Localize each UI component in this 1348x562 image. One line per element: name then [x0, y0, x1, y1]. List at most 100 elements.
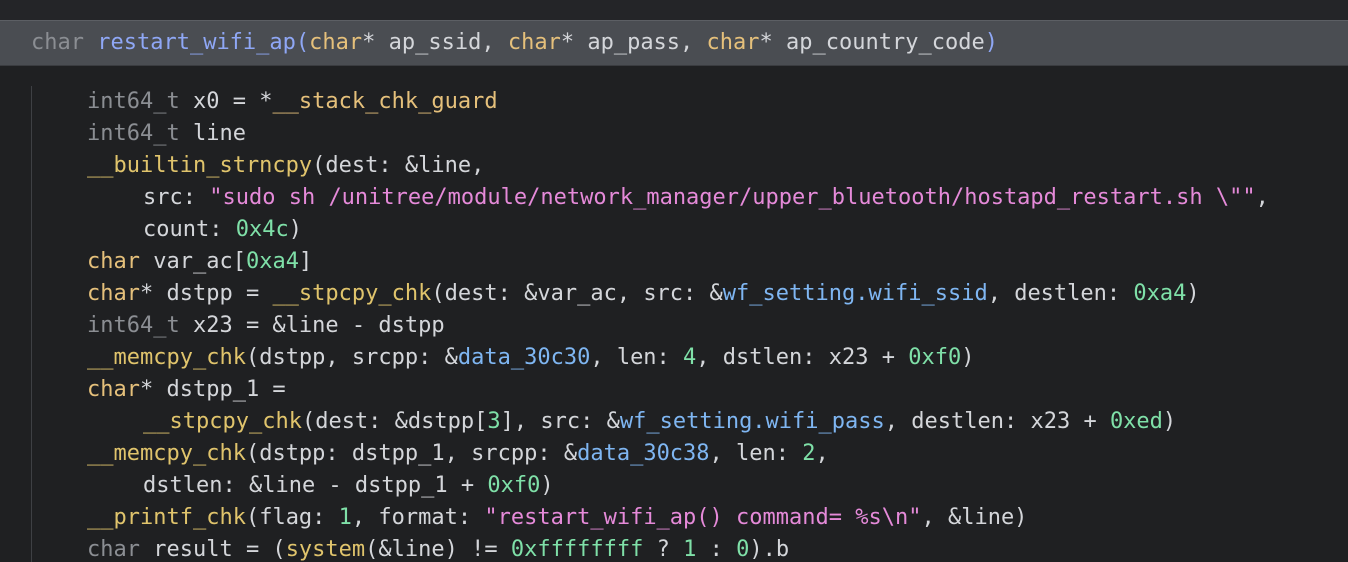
code-token: * dstpp_1 = — [139, 377, 286, 402]
number-literal: 0xf0 — [487, 473, 541, 498]
code-token: ], src: & — [500, 409, 620, 434]
code-line[interactable]: __stpcpy_chk(dest: &dstpp[3], src: &wf_s… — [87, 406, 1269, 438]
string-literal[interactable]: "restart_wifi_ap() command= %s\n" — [484, 505, 921, 530]
code-token: , format: — [351, 505, 485, 530]
type-token: int64_t — [87, 313, 180, 338]
code-token: , — [1255, 185, 1269, 210]
global-symbol[interactable]: wf_setting.wifi_pass — [620, 409, 885, 434]
number-literal: 0xf0 — [908, 345, 962, 370]
return-type: char — [31, 30, 84, 55]
code-token: (dest: &dstpp[ — [301, 409, 488, 434]
code-line[interactable]: src: "sudo sh /unitree/module/network_ma… — [87, 182, 1269, 214]
code-line[interactable]: __builtin_strncpy(dest: &line, — [87, 150, 1269, 182]
code-line[interactable]: char var_ac[0xa4] — [87, 246, 1269, 278]
code-line[interactable]: __memcpy_chk(dstpp, srcpp: &data_30c30, … — [87, 342, 1269, 374]
code-token: ) — [1186, 281, 1200, 306]
code-token: result = ( — [139, 537, 286, 562]
code-token: * dstpp = — [139, 281, 273, 306]
number-literal: 0x4c — [235, 217, 289, 242]
string-literal[interactable]: "sudo sh /unitree/module/network_manager… — [209, 185, 1255, 210]
top-divider — [0, 0, 1348, 20]
number-literal: 0xffffffff — [510, 537, 644, 562]
code-token: (dest: &var_ac, src: & — [431, 281, 723, 306]
code-token: , &line) — [921, 505, 1028, 530]
code-line[interactable]: char* dstpp = __stpcpy_chk(dest: &var_ac… — [87, 278, 1269, 310]
code-token: , dstlen: x23 + — [696, 345, 909, 370]
param-ap-pass[interactable]: * ap_pass, — [561, 30, 707, 55]
code-token: (dest: &line, — [312, 153, 485, 178]
number-literal: 0xa4 — [1133, 281, 1187, 306]
code-line[interactable]: char result = (system(&line) != 0xffffff… — [87, 534, 1269, 562]
number-literal: 1 — [683, 537, 697, 562]
indent-guide — [31, 86, 32, 562]
param-type: char — [309, 30, 363, 55]
function-name[interactable]: restart_wifi_ap — [97, 30, 296, 55]
type-token: char — [87, 281, 140, 306]
code-token: ).b — [749, 537, 790, 562]
number-literal: 0xa4 — [245, 249, 299, 274]
type-token: char — [87, 537, 140, 562]
global-symbol[interactable]: data_30c38 — [577, 441, 709, 466]
code-token: src: — [143, 185, 210, 210]
paren-open: ( — [295, 30, 310, 55]
code-line[interactable]: int64_t x23 = &line - dstpp — [87, 310, 1269, 342]
code-line[interactable]: int64_t x0 = *__stack_chk_guard — [87, 86, 1269, 118]
code-token: line — [179, 121, 246, 146]
param-type: char — [706, 30, 760, 55]
param-ap-country-code[interactable]: * ap_country_code — [760, 30, 985, 55]
code-token: ) — [288, 217, 302, 242]
code-line[interactable]: count: 0x4c) — [87, 214, 1269, 246]
function-call[interactable]: __stpcpy_chk — [272, 281, 431, 306]
code-token: : — [696, 537, 737, 562]
number-literal: 4 — [683, 345, 697, 370]
number-literal: 3 — [487, 409, 501, 434]
code-line[interactable]: __memcpy_chk(dstpp: dstpp_1, srcpp: &dat… — [87, 438, 1269, 470]
type-token: int64_t — [87, 89, 180, 114]
type-token: int64_t — [87, 121, 180, 146]
code-token: , destlen: — [987, 281, 1134, 306]
function-call[interactable]: __stpcpy_chk — [143, 409, 302, 434]
number-literal: 1 — [338, 505, 352, 530]
code-token: x0 = * — [179, 89, 273, 114]
type-token: char — [87, 377, 140, 402]
number-literal: 0xed — [1109, 409, 1163, 434]
code-token: ) — [1162, 409, 1177, 434]
number-literal: 0 — [736, 537, 750, 562]
code-token: (&line) != — [365, 537, 511, 562]
code-line[interactable]: __printf_chk(flag: 1, format: "restart_w… — [87, 502, 1269, 534]
param-type: char — [507, 30, 561, 55]
code-token: ? — [643, 537, 684, 562]
code-line[interactable]: int64_t line — [87, 118, 1269, 150]
code-token: (flag: — [245, 505, 339, 530]
code-token: , len: — [709, 441, 803, 466]
code-token: , len: — [590, 345, 684, 370]
code-token: ) — [540, 473, 554, 498]
decompiler-view: char restart_wifi_ap(char* ap_ssid, char… — [0, 0, 1348, 562]
code-token: , destlen: x23 + — [884, 409, 1110, 434]
number-literal: 2 — [802, 441, 816, 466]
code-token: (dstpp: dstpp_1, srcpp: & — [245, 441, 578, 466]
function-call[interactable]: __memcpy_chk — [87, 441, 246, 466]
function-call[interactable]: __printf_chk — [87, 505, 246, 530]
paren-close: ) — [984, 30, 998, 55]
code-token: , — [815, 441, 829, 466]
code-lines: int64_t x0 = *__stack_chk_guard int64_t … — [87, 86, 1269, 562]
function-call[interactable]: system — [286, 537, 365, 562]
code-token: ] — [298, 249, 313, 274]
param-ap-ssid[interactable]: * ap_ssid, — [362, 30, 508, 55]
code-token: dstlen: &line - dstpp_1 + — [143, 473, 488, 498]
global-symbol[interactable]: __stack_chk_guard — [272, 89, 497, 114]
code-token: x23 = &line - dstpp — [179, 313, 445, 338]
code-line[interactable]: char* dstpp_1 = — [87, 374, 1269, 406]
function-body: int64_t x0 = *__stack_chk_guard int64_t … — [0, 66, 1348, 562]
global-symbol[interactable]: data_30c30 — [458, 345, 590, 370]
function-call[interactable]: __builtin_strncpy — [87, 153, 312, 178]
type-token: char — [87, 249, 140, 274]
code-line[interactable]: dstlen: &line - dstpp_1 + 0xf0) — [87, 470, 1269, 502]
code-token: (dstpp, srcpp: & — [245, 345, 458, 370]
code-token: ) — [961, 345, 975, 370]
function-call[interactable]: __memcpy_chk — [87, 345, 246, 370]
code-token: count: — [143, 217, 236, 242]
function-signature[interactable]: char restart_wifi_ap(char* ap_ssid, char… — [0, 20, 1348, 66]
global-symbol[interactable]: wf_setting.wifi_ssid — [723, 281, 988, 306]
